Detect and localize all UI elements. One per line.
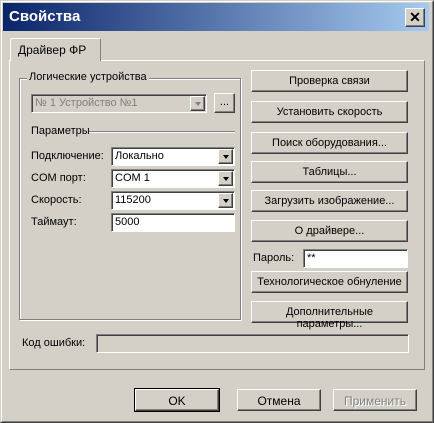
tab-driver-label: Драйвер ФР <box>18 43 87 57</box>
params-separator <box>89 131 235 133</box>
error-code-field <box>96 334 409 353</box>
com-port-label: COM порт: <box>31 172 86 184</box>
connection-select[interactable]: Локально <box>111 147 235 166</box>
com-port-value: COM 1 <box>115 172 150 184</box>
tech-reset-button[interactable]: Технологическое обнуление <box>251 271 408 293</box>
chevron-down-icon <box>218 149 233 164</box>
window-title: Свойства <box>9 8 81 25</box>
ok-button[interactable]: OK <box>134 388 220 412</box>
timeout-label: Таймаут: <box>31 216 77 228</box>
tab-driver[interactable]: Драйвер ФР <box>10 38 101 61</box>
extra-params-button[interactable]: Дополнительные параметры... <box>251 301 408 330</box>
set-speed-button[interactable]: Установить скорость <box>251 101 408 123</box>
about-driver-label: О драйвере... <box>294 225 365 237</box>
device-select[interactable]: № 1 Устройство №1 <box>31 94 207 113</box>
search-equipment-label: Поиск оборудования... <box>272 137 387 149</box>
chevron-down-icon <box>218 171 233 186</box>
password-value: ** <box>307 252 316 264</box>
apply-button[interactable]: Применить <box>333 389 417 411</box>
browse-label: ... <box>219 96 230 108</box>
speed-select[interactable]: 115200 <box>111 191 235 210</box>
title-bar[interactable]: Свойства ✕ <box>3 3 429 31</box>
cancel-label: Отмена <box>257 394 301 408</box>
timeout-value: 5000 <box>115 216 140 228</box>
close-button[interactable]: ✕ <box>405 8 425 27</box>
connection-value: Локально <box>115 150 164 162</box>
tables-label: Таблицы... <box>302 166 357 178</box>
cancel-button[interactable]: Отмена <box>237 389 321 411</box>
speed-value: 115200 <box>115 194 151 206</box>
set-speed-label: Установить скорость <box>276 106 383 118</box>
load-image-button[interactable]: Загрузить изображение... <box>251 190 408 212</box>
device-select-value: № 1 Устройство №1 <box>35 97 138 109</box>
load-image-label: Загрузить изображение... <box>264 195 395 207</box>
password-label: Пароль: <box>253 252 295 264</box>
apply-label: Применить <box>343 394 406 408</box>
password-input[interactable]: ** <box>303 249 408 268</box>
com-port-select[interactable]: COM 1 <box>111 169 235 188</box>
check-connection-label: Проверка связи <box>289 75 370 87</box>
search-equipment-button[interactable]: Поиск оборудования... <box>251 132 408 154</box>
connection-label: Подключение: <box>31 150 104 162</box>
error-code-label: Код ошибки: <box>22 337 86 349</box>
logical-devices-label: Логические устройства <box>27 71 149 83</box>
ok-label: OK <box>168 394 186 408</box>
params-label: Параметры <box>31 125 90 137</box>
check-connection-button[interactable]: Проверка связи <box>251 70 408 92</box>
tech-reset-label: Технологическое обнуление <box>257 276 402 288</box>
chevron-down-icon <box>190 96 205 111</box>
chevron-down-icon <box>218 193 233 208</box>
properties-dialog: Свойства ✕ Драйвер ФР Логические устройс… <box>0 0 434 423</box>
speed-label: Скорость: <box>31 194 82 206</box>
extra-params-label: Дополнительные параметры... <box>285 306 374 330</box>
about-driver-button[interactable]: О драйвере... <box>251 220 408 242</box>
device-browse-button[interactable]: ... <box>214 93 235 113</box>
timeout-input[interactable]: 5000 <box>111 213 235 232</box>
close-icon: ✕ <box>409 9 421 25</box>
tables-button[interactable]: Таблицы... <box>251 161 408 183</box>
